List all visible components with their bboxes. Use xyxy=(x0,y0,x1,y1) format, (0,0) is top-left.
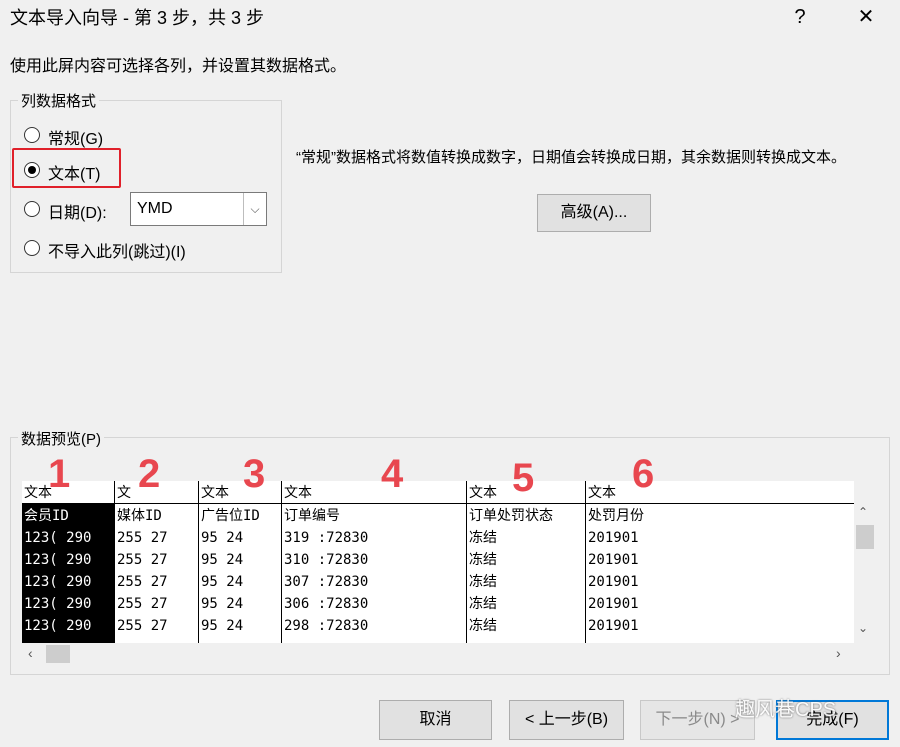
radio-general[interactable] xyxy=(24,127,40,143)
table-cell: 冻结 xyxy=(469,596,497,612)
chevron-down-icon[interactable]: ⌵ xyxy=(243,193,266,225)
scroll-up-icon[interactable]: ⌃ xyxy=(858,505,868,519)
advanced-button[interactable]: 高级(A)... xyxy=(537,194,651,232)
scroll-left-icon[interactable]: ‹ xyxy=(28,645,33,661)
table-cell: 95 24 xyxy=(201,574,244,590)
date-format-select[interactable]: YMD ⌵ xyxy=(130,192,267,226)
annotation-number: 2 xyxy=(138,452,161,496)
annotation-number: 3 xyxy=(243,452,266,496)
watermark: 趣风巷CPS xyxy=(735,699,837,721)
table-cell: 201901 xyxy=(588,552,639,568)
header-divider xyxy=(22,503,854,504)
radio-skip-label[interactable]: 不导入此列(跳过)(I) xyxy=(48,238,186,262)
table-cell: 123( 290 xyxy=(24,530,92,546)
col-header-5: 订单处罚状态 xyxy=(469,508,553,524)
table-cell: 201901 xyxy=(588,574,639,590)
table-cell: 255 27 xyxy=(117,552,168,568)
col-header-6: 处罚月份 xyxy=(588,508,644,524)
col-header-3: 广告位ID xyxy=(201,508,260,524)
col-type-4[interactable]: 文本 xyxy=(284,482,312,504)
col-type-6[interactable]: 文本 xyxy=(588,482,616,504)
col-header-4: 订单编号 xyxy=(284,508,340,524)
table-cell: 255 27 xyxy=(117,618,168,634)
vertical-scroll-thumb[interactable] xyxy=(856,525,874,549)
scroll-right-icon[interactable]: › xyxy=(836,645,841,661)
table-cell: 95 24 xyxy=(201,618,244,634)
table-cell: 255 27 xyxy=(117,596,168,612)
column-format-label: 列数据格式 xyxy=(18,90,100,111)
horizontal-scrollbar[interactable]: ‹ › xyxy=(22,643,854,665)
table-cell: 201901 xyxy=(588,618,639,634)
table-cell: 255 27 xyxy=(117,530,168,546)
annotation-number: 1 xyxy=(48,452,71,496)
close-button[interactable]: ✕ xyxy=(846,0,886,34)
scroll-down-icon[interactable]: ⌄ xyxy=(858,621,868,635)
table-cell: 310 :72830 xyxy=(284,552,369,568)
table-cell: 123( 290 xyxy=(24,574,92,590)
table-cell: 123( 290 xyxy=(24,596,92,612)
table-cell: 冻结 xyxy=(469,552,497,568)
cancel-button[interactable]: 取消 xyxy=(379,700,492,740)
radio-skip[interactable] xyxy=(24,240,40,256)
annotation-number: 6 xyxy=(632,452,655,496)
instruction-text: 使用此屏内容可选择各列，并设置其数据格式。 xyxy=(10,58,347,75)
annotation-number: 4 xyxy=(381,452,404,496)
vertical-scrollbar[interactable]: ⌃ ⌄ xyxy=(854,503,876,643)
highlight-box xyxy=(12,148,121,188)
column-divider xyxy=(585,481,586,643)
horizontal-scroll-thumb[interactable] xyxy=(46,645,70,663)
table-cell: 319 :72830 xyxy=(284,530,369,546)
col-type-5[interactable]: 文本 xyxy=(469,482,497,504)
date-format-value: YMD xyxy=(137,200,173,217)
annotation-number: 5 xyxy=(512,456,535,500)
col-type-2[interactable]: 文 xyxy=(117,482,131,504)
table-cell: 123( 290 xyxy=(24,618,92,634)
table-cell: 201901 xyxy=(588,596,639,612)
col-header-1: 会员ID xyxy=(24,508,69,524)
radio-date[interactable] xyxy=(24,201,40,217)
format-description: “常规”数据格式将数值转换成数字，日期值会转换成日期，其余数据则转换成文本。 xyxy=(296,149,846,166)
window-title: 文本导入向导 - 第 3 步，共 3 步 xyxy=(10,8,265,28)
table-cell: 298 :72830 xyxy=(284,618,369,634)
data-preview-label: 数据预览(P) xyxy=(18,428,104,449)
col-header-2: 媒体ID xyxy=(117,508,162,524)
table-cell: 冻结 xyxy=(469,530,497,546)
column-divider xyxy=(114,481,115,643)
table-cell: 255 27 xyxy=(117,574,168,590)
table-cell: 123( 290 xyxy=(24,552,92,568)
help-button[interactable]: ? xyxy=(780,0,820,34)
table-cell: 306 :72830 xyxy=(284,596,369,612)
table-cell: 307 :72830 xyxy=(284,574,369,590)
column-divider xyxy=(281,481,282,643)
column-divider xyxy=(466,481,467,643)
table-cell: 冻结 xyxy=(469,618,497,634)
col-type-3[interactable]: 文本 xyxy=(201,482,229,504)
column-divider xyxy=(198,481,199,643)
radio-general-label[interactable]: 常规(G) xyxy=(48,125,103,149)
radio-date-label[interactable]: 日期(D): xyxy=(48,199,107,223)
table-cell: 95 24 xyxy=(201,596,244,612)
table-cell: 冻结 xyxy=(469,574,497,590)
back-button[interactable]: < 上一步(B) xyxy=(509,700,624,740)
table-cell: 201901 xyxy=(588,530,639,546)
table-cell: 95 24 xyxy=(201,552,244,568)
data-preview-grid[interactable]: 文本 文 文本 文本 文本 文本 会员ID 媒体ID 广告位ID 订单编号 订单… xyxy=(22,481,854,643)
table-cell: 95 24 xyxy=(201,530,244,546)
